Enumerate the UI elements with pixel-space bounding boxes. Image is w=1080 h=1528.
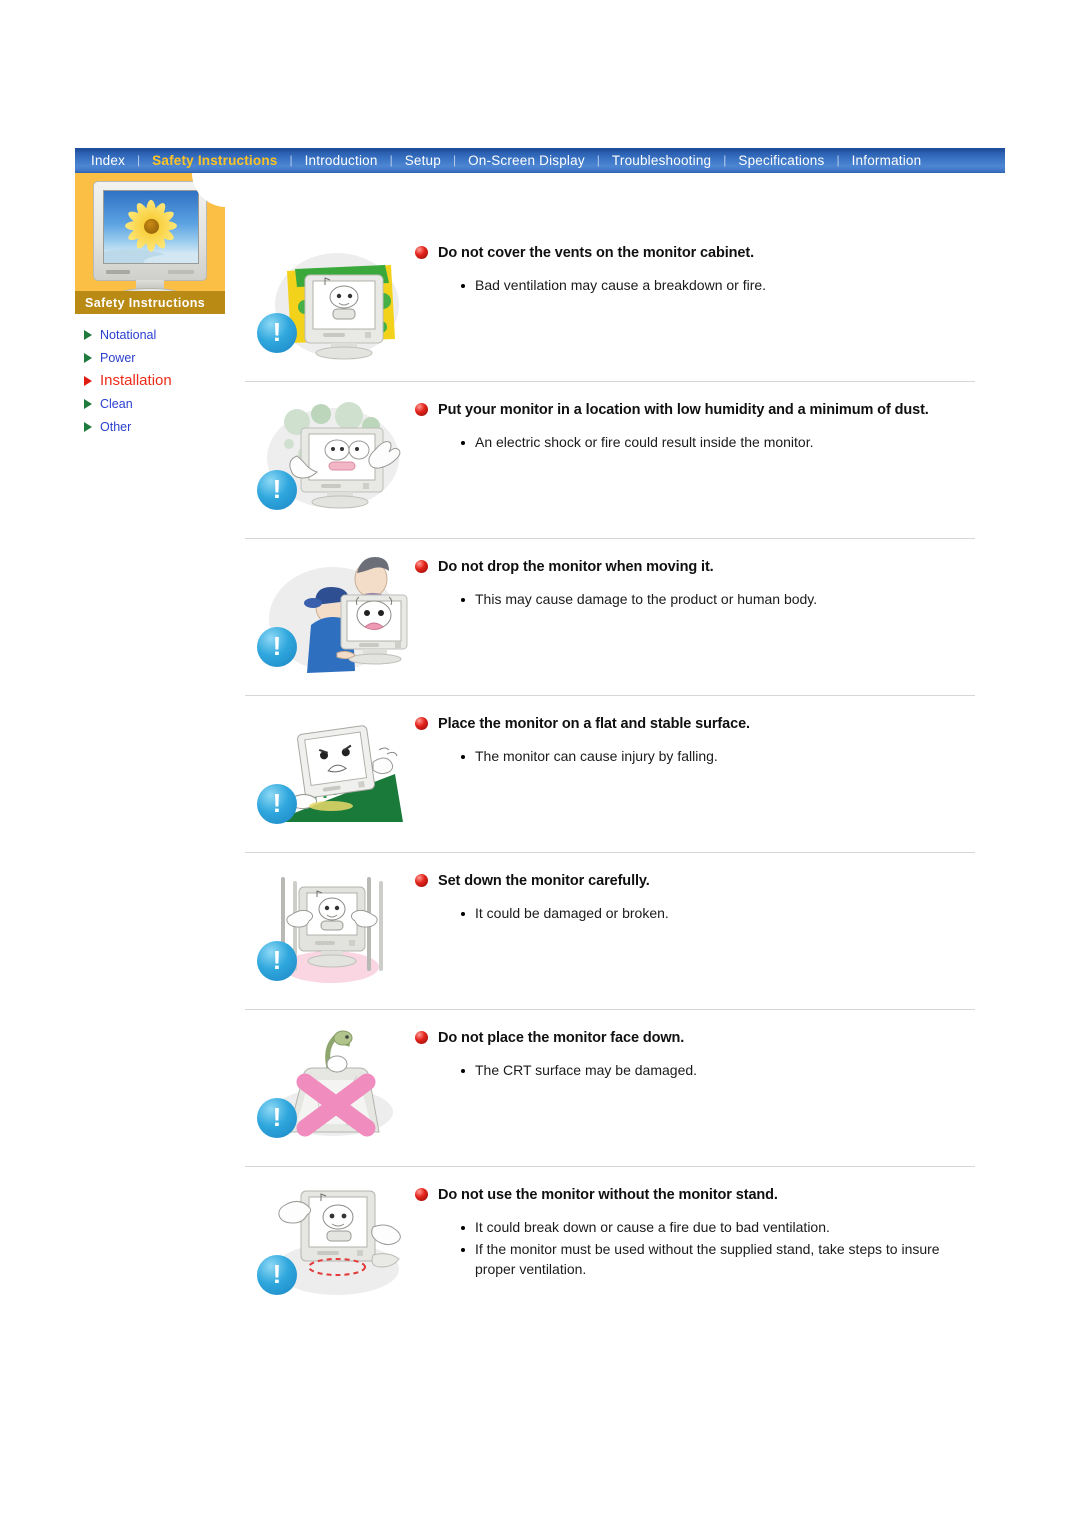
- sidebar-item-power[interactable]: Power: [75, 346, 225, 369]
- warning-badge-icon: !: [257, 627, 297, 667]
- sidebar-item-other[interactable]: Other: [75, 415, 225, 438]
- list-item: It could break down or cause a fire due …: [461, 1218, 975, 1238]
- safety-section: ! Place the monitor on a flat and stable…: [245, 696, 975, 853]
- nav-separator: |: [836, 153, 840, 167]
- list-item: An electric shock or fire could result i…: [461, 433, 975, 453]
- nav-separator: |: [289, 153, 293, 167]
- heading-bullet-icon: [415, 874, 428, 887]
- sidebar: Safety Instructions Notational Power Ins…: [75, 173, 226, 438]
- section-bullet-list: This may cause damage to the product or …: [415, 590, 975, 610]
- sidebar-hero-panel: Safety Instructions: [75, 173, 226, 314]
- heading-bullet-icon: [415, 403, 428, 416]
- nav-item-setup[interactable]: Setup: [395, 148, 451, 173]
- monitor-sunflower-image: [88, 181, 212, 302]
- sidebar-links: Notational Power Installation Clean Othe…: [75, 314, 225, 438]
- hands-setting-monitor-down-illustration: !: [245, 863, 415, 995]
- safety-section: ! Do not place the monitor face down. Th…: [245, 1010, 975, 1167]
- warning-badge-icon: !: [257, 1098, 297, 1138]
- nav-separator: |: [723, 153, 727, 167]
- section-bullet-list: An electric shock or fire could result i…: [415, 433, 975, 453]
- monitor-in-dusty-humid-room-illustration: !: [245, 392, 415, 524]
- heading-bullet-icon: [415, 246, 428, 259]
- triangle-bullet-icon: [84, 375, 92, 386]
- nav-item-information[interactable]: Information: [842, 148, 932, 173]
- heading-bullet-icon: [415, 560, 428, 573]
- list-item: This may cause damage to the product or …: [461, 590, 975, 610]
- list-item: If the monitor must be used without the …: [461, 1240, 975, 1280]
- heading-bullet-icon: [415, 717, 428, 730]
- monitor-without-stand-illustration: !: [245, 1177, 415, 1309]
- list-item: It could be damaged or broken.: [461, 904, 975, 924]
- warning-badge-icon: !: [257, 1255, 297, 1295]
- nav-item-troubleshooting[interactable]: Troubleshooting: [602, 148, 721, 173]
- sidebar-item-notational[interactable]: Notational: [75, 323, 225, 346]
- list-item: The monitor can cause injury by falling.: [461, 747, 975, 767]
- sidebar-item-label: Clean: [100, 396, 133, 411]
- main-content: ! Do not cover the vents on the monitor …: [245, 225, 975, 1323]
- nav-item-index[interactable]: Index: [81, 148, 135, 173]
- section-heading: Do not use the monitor without the monit…: [438, 1187, 778, 1203]
- warning-badge-icon: !: [257, 784, 297, 824]
- top-navigation-bar: Index | Safety Instructions | Introducti…: [75, 148, 1005, 173]
- sidebar-item-label: Power: [100, 350, 136, 365]
- list-item: Bad ventilation may cause a breakdown or…: [461, 276, 975, 296]
- two-people-carrying-monitor-illustration: !: [245, 549, 415, 681]
- section-bullet-list: It could be damaged or broken.: [415, 904, 975, 924]
- section-bullet-list: The CRT surface may be damaged.: [415, 1061, 975, 1081]
- monitor-on-sloped-surface-illustration: !: [245, 706, 415, 838]
- triangle-bullet-icon: [84, 352, 92, 363]
- section-bullet-list: The monitor can cause injury by falling.: [415, 747, 975, 767]
- heading-bullet-icon: [415, 1031, 428, 1044]
- safety-section: ! Do not use the monitor without the mon…: [245, 1167, 975, 1323]
- heading-bullet-icon: [415, 1188, 428, 1201]
- sidebar-item-label: Installation: [100, 372, 172, 389]
- section-heading: Set down the monitor carefully.: [438, 873, 650, 889]
- sidebar-item-installation[interactable]: Installation: [75, 369, 225, 392]
- monitor-covered-with-cloth-illustration: !: [245, 235, 415, 367]
- nav-separator: |: [452, 153, 457, 167]
- section-bullet-list: It could break down or cause a fire due …: [415, 1218, 975, 1280]
- safety-section: ! Do not cover the vents on the monitor …: [245, 225, 975, 382]
- nav-item-introduction[interactable]: Introduction: [295, 148, 388, 173]
- nav-item-on-screen-display[interactable]: On-Screen Display: [458, 148, 595, 173]
- warning-badge-icon: !: [257, 470, 297, 510]
- section-heading: Do not cover the vents on the monitor ca…: [438, 245, 755, 261]
- monitor-face-down-crossed-out-illustration: !: [245, 1020, 415, 1152]
- section-heading: Do not drop the monitor when moving it.: [438, 559, 714, 575]
- sidebar-caption: Safety Instructions: [75, 291, 225, 314]
- sidebar-item-label: Other: [100, 419, 132, 434]
- triangle-bullet-icon: [84, 398, 92, 409]
- safety-section: ! Put your monitor in a location with lo…: [245, 382, 975, 539]
- nav-separator: |: [596, 153, 600, 167]
- section-bullet-list: Bad ventilation may cause a breakdown or…: [415, 276, 975, 296]
- triangle-bullet-icon: [84, 329, 92, 340]
- sidebar-item-clean[interactable]: Clean: [75, 392, 225, 415]
- nav-item-specifications[interactable]: Specifications: [728, 148, 834, 173]
- sidebar-item-label: Notational: [100, 327, 157, 342]
- safety-section: ! Set down the monitor carefully. It cou…: [245, 853, 975, 1010]
- triangle-bullet-icon: [84, 421, 92, 432]
- safety-section: ! Do not drop the monitor when moving it…: [245, 539, 975, 696]
- nav-separator: |: [137, 153, 141, 167]
- list-item: The CRT surface may be damaged.: [461, 1061, 975, 1081]
- nav-separator: |: [389, 153, 393, 167]
- section-heading: Do not place the monitor face down.: [438, 1030, 685, 1046]
- nav-item-safety-instructions[interactable]: Safety Instructions: [142, 148, 287, 173]
- section-heading: Put your monitor in a location with low …: [438, 402, 929, 418]
- page-root: Index | Safety Instructions | Introducti…: [0, 0, 1080, 1528]
- warning-badge-icon: !: [257, 941, 297, 981]
- warning-badge-icon: !: [257, 313, 297, 353]
- section-heading: Place the monitor on a flat and stable s…: [438, 716, 750, 732]
